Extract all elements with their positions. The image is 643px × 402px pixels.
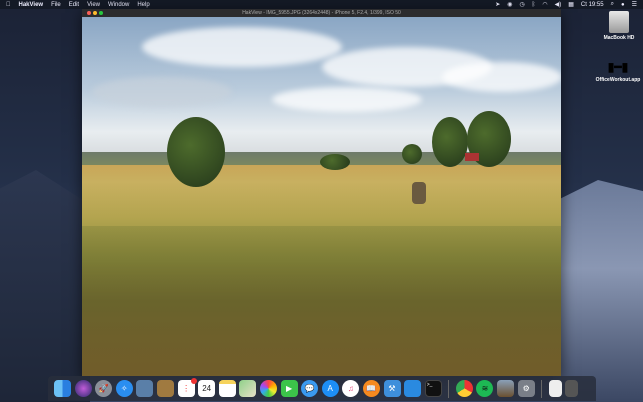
- reminders-badge: 1: [190, 378, 197, 384]
- photos-icon[interactable]: [259, 380, 277, 397]
- app-store-icon[interactable]: A: [321, 380, 339, 397]
- preview-icon[interactable]: [136, 380, 154, 397]
- dumbbell-icon: ▮━▮: [607, 60, 629, 74]
- calendar-icon[interactable]: 24: [198, 380, 216, 397]
- menu-edit[interactable]: Edit: [69, 2, 79, 8]
- siri-icon[interactable]: ●: [621, 2, 625, 8]
- time-machine-icon[interactable]: ◷: [520, 1, 525, 8]
- finder-icon[interactable]: [54, 380, 71, 397]
- desktop-wallpaper-mountain: [0, 170, 90, 402]
- title-bar[interactable]: HakView - IMG_5955.JPG (3264x2448) - iPh…: [82, 9, 561, 17]
- menu-view[interactable]: View: [87, 2, 100, 8]
- itunes-icon[interactable]: ♫: [342, 380, 360, 397]
- menu-file[interactable]: File: [51, 2, 61, 8]
- xcode-icon[interactable]: ⚒: [383, 380, 401, 397]
- menu-help[interactable]: Help: [137, 2, 149, 8]
- desktop-item-officeworkout[interactable]: ▮━▮ OfficeWorkout.app: [593, 60, 643, 83]
- reminders-icon[interactable]: ⋮ 1: [177, 378, 197, 397]
- photo-booth-icon[interactable]: [497, 380, 515, 397]
- dock: 🚀 ✧ ⋮ 1 24 ▶ 💬 A ♫ 📖 ⚒ >_ ≋ ⚙: [48, 376, 596, 401]
- folder-app-icon[interactable]: [404, 380, 422, 397]
- launchpad-icon[interactable]: 🚀: [95, 380, 113, 397]
- dock-separator: [448, 379, 450, 398]
- photo-view: [82, 17, 561, 376]
- notes-icon[interactable]: [218, 380, 236, 397]
- siri-icon[interactable]: [74, 380, 92, 397]
- maps-icon[interactable]: [239, 380, 257, 397]
- document-icon[interactable]: [548, 380, 562, 397]
- calendar-day: 24: [202, 384, 212, 393]
- desktop-item-macbook-hd[interactable]: MacBook HD: [594, 11, 643, 41]
- chrome-icon[interactable]: [455, 380, 473, 397]
- books-icon[interactable]: 📖: [362, 380, 380, 397]
- desktop-item-label: MacBook HD: [603, 35, 635, 41]
- wifi-icon[interactable]: ◠: [542, 1, 547, 8]
- clock[interactable]: Ct 19:55: [581, 2, 604, 8]
- spotlight-icon[interactable]: ⌕: [611, 1, 614, 8]
- desktop-item-label: OfficeWorkout.app: [595, 77, 641, 83]
- location-icon[interactable]: ➤: [495, 1, 500, 8]
- trash-icon[interactable]: [565, 380, 579, 397]
- window-title: HakView - IMG_5955.JPG (3264x2448) - iPh…: [242, 10, 401, 16]
- spotify-icon[interactable]: ≋: [476, 380, 494, 397]
- menu-bar:  HakView File Edit View Window Help ➤ ◉…: [0, 0, 643, 9]
- vpn-icon[interactable]: ◉: [507, 1, 512, 8]
- desktop-wallpaper-dune: [553, 180, 643, 402]
- terminal-icon[interactable]: >_: [424, 380, 442, 397]
- hard-drive-icon: [609, 11, 629, 33]
- notefile-icon[interactable]: [156, 380, 174, 397]
- messages-icon[interactable]: 💬: [301, 380, 319, 397]
- hakview-window: HakView - IMG_5955.JPG (3264x2448) - iPh…: [82, 9, 561, 376]
- dock-separator: [541, 379, 543, 398]
- volume-icon[interactable]: ◀): [555, 1, 562, 8]
- notification-center-icon[interactable]: ☰: [632, 1, 637, 8]
- flag-icon[interactable]: ▦: [568, 1, 574, 8]
- menu-window[interactable]: Window: [108, 2, 129, 8]
- bluetooth-icon[interactable]: ᛒ: [532, 2, 536, 8]
- facetime-icon[interactable]: ▶: [280, 380, 298, 397]
- safari-icon[interactable]: ✧: [115, 380, 133, 397]
- menu-app-name[interactable]: HakView: [19, 2, 44, 8]
- apple-icon[interactable]: : [6, 2, 11, 8]
- system-preferences-icon[interactable]: ⚙: [517, 380, 535, 397]
